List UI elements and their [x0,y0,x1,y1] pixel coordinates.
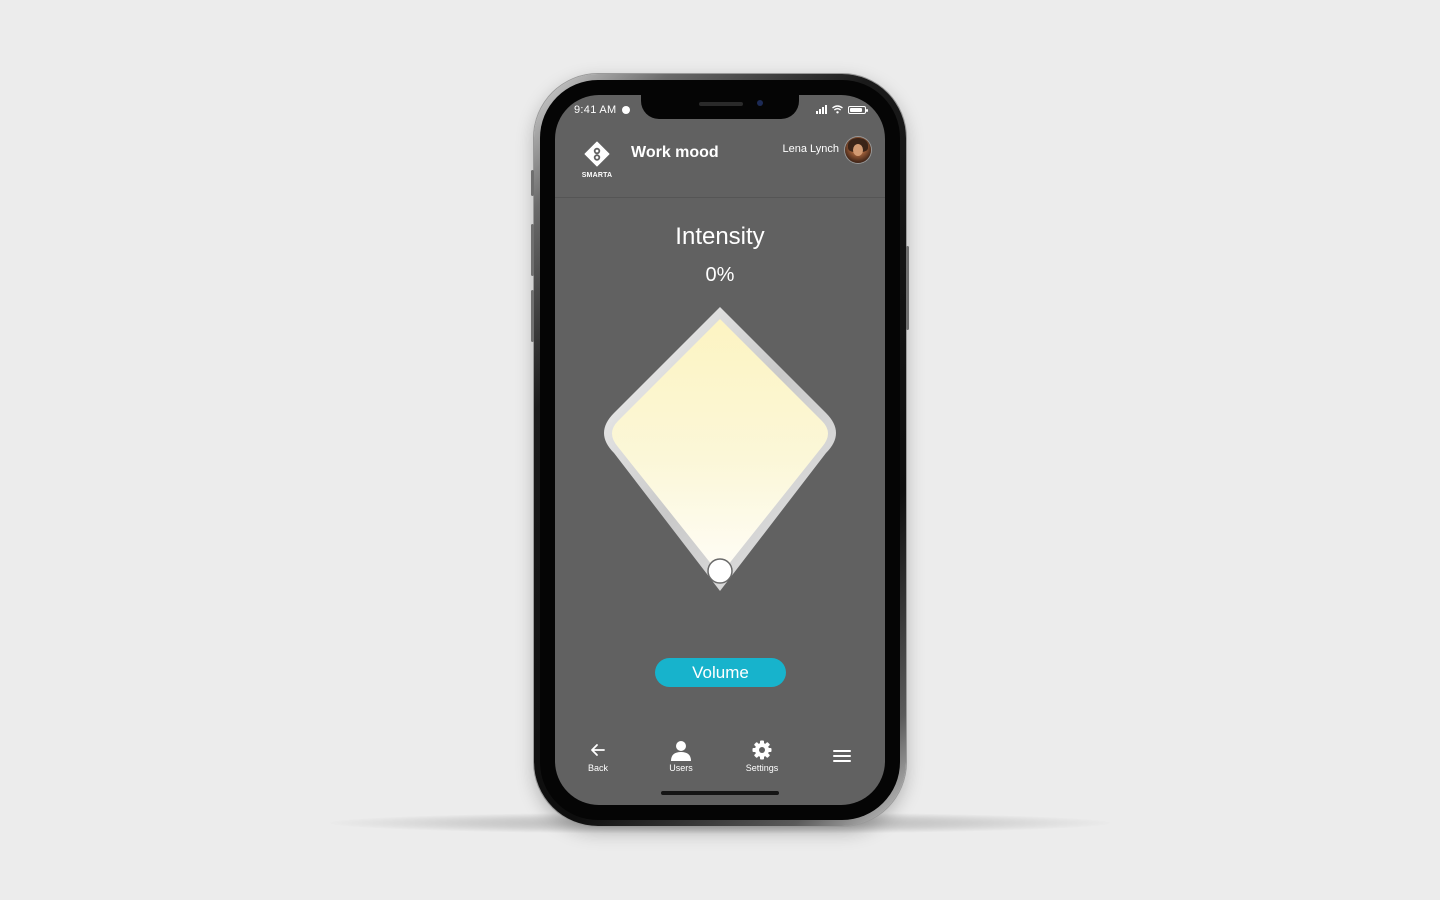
app-screen: 9:41 AM SMARTA Work mood Lena Lynch Inte… [555,95,885,805]
speaker-grille [699,102,743,106]
gear-icon [752,740,772,760]
silent-switch [531,170,534,196]
tab-settings-label: Settings [745,763,779,773]
user-name[interactable]: Lena Lynch [783,143,839,155]
alarm-icon [622,106,630,114]
power-button [906,246,909,330]
intensity-title: Intensity [675,223,765,250]
volume-down-button [531,290,534,342]
tab-menu[interactable] [817,745,867,785]
logo-text: SMARTA [581,172,613,179]
intensity-dial[interactable] [594,307,846,593]
notch [641,95,799,119]
volume-button[interactable]: Volume [655,658,786,687]
wifi-icon [832,105,843,114]
user-icon [671,741,691,761]
tab-users[interactable]: Users [656,739,706,779]
page-title: Work mood [631,144,719,161]
battery-icon [848,105,868,114]
app-header: SMARTA Work mood Lena Lynch [555,135,885,198]
stage: 9:41 AM SMARTA Work mood Lena Lynch Inte… [0,0,1440,900]
dial-light-surface [612,319,828,575]
intensity-value: 0% [705,264,735,286]
signal-icon [816,105,827,114]
volume-up-button [531,224,534,276]
smarta-logo[interactable]: SMARTA [579,139,615,185]
avatar[interactable] [845,137,871,163]
dial-handle[interactable] [707,558,733,584]
front-camera [757,100,763,106]
bottom-tab-bar: Back Users Settings [555,735,885,785]
tab-back-label: Back [587,763,608,773]
logo-diamond-icon [584,141,610,167]
status-time: 9:41 AM [574,104,617,116]
phone-device: 9:41 AM SMARTA Work mood Lena Lynch Inte… [531,74,909,826]
status-icons [816,105,868,114]
tab-settings[interactable]: Settings [737,739,787,779]
arrow-left-icon [591,744,605,756]
hamburger-menu-icon [833,750,851,762]
tab-back[interactable]: Back [573,739,623,779]
home-indicator[interactable] [661,791,779,795]
tab-users-label: Users [669,763,693,773]
